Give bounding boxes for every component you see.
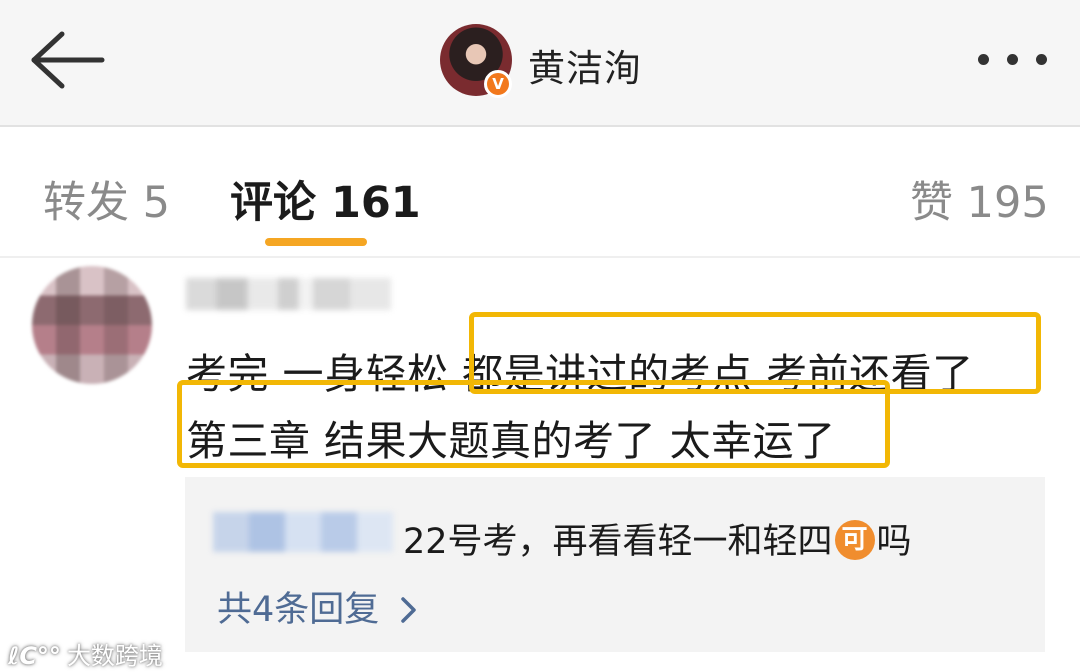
watermark-text: 大数跨境 [66,642,163,670]
tab-likes[interactable]: 赞 195 [910,168,1049,230]
comment-text-plain: 考完 一身轻松 [186,350,463,398]
watermark-logo: ℓC°° [8,642,61,670]
reply-author-blurred[interactable] [213,512,393,552]
tab-repost[interactable]: 转发 5 [43,168,170,230]
active-tab-indicator [265,238,367,246]
view-replies-link[interactable]: 共4条回复 [217,581,418,632]
watermark: ℓC°° 大数跨境 [8,636,163,671]
tab-comments[interactable]: 评论 161 [230,168,421,230]
verified-badge-icon: V [484,70,512,98]
reply-text: 22号考，再看看轻一和轻四可吗 [403,513,912,564]
view-replies-label: 共4条回复 [217,590,380,630]
reply-preview[interactable]: 22号考，再看看轻一和轻四可吗 共4条回复 [185,477,1045,652]
back-arrow-icon[interactable] [28,30,106,90]
chevron-right-icon [401,597,417,623]
more-dots-icon[interactable] [978,54,1048,68]
commenter-avatar[interactable] [32,266,152,384]
comment-text-highlighted-2: 第三章 结果大题真的考了 太幸运了 [186,417,836,465]
emoji-icon: 可 [834,520,875,560]
comment-text-line-2: 第三章 结果大题真的考了 太幸运了 [186,407,836,467]
reply-text-main: 22号考，再看看轻一和轻四 [403,522,833,562]
top-bar: V 黄洁洵 [0,0,1080,127]
comment-text-line-1: 考完 一身轻松 都是讲过的考点 考前还看了 [186,340,974,400]
comment-text-highlighted-1: 都是讲过的考点 考前还看了 [462,350,974,398]
commenter-name-blurred[interactable] [186,278,391,310]
reply-text-end: 吗 [876,522,912,562]
author-name[interactable]: 黄洁洵 [528,38,642,92]
divider [0,256,1080,258]
